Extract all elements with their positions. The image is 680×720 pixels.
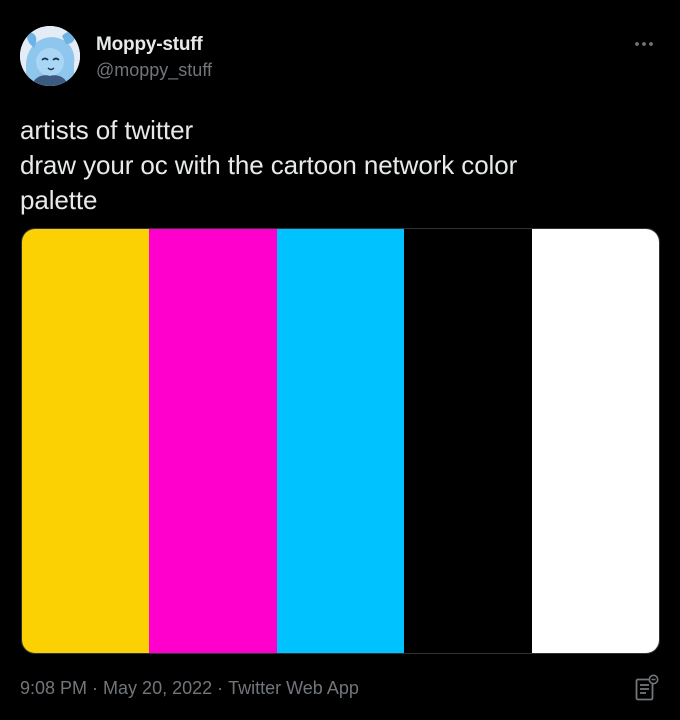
meta-separator: · [217,678,224,698]
more-options-button[interactable] [630,34,658,54]
view-analytics-button[interactable] [634,673,660,703]
more-horizontal-icon [635,42,653,46]
swatch-white [531,229,659,653]
tweet-date[interactable]: May 20, 2022 [103,678,212,698]
avatar-image [20,26,80,86]
swatch-yellow [22,229,150,653]
author-block: Moppy-stuff @moppy_stuff [96,34,212,81]
swatch-magenta [149,229,277,653]
tweet-media-image[interactable] [21,228,660,654]
tweet-text: artists of twitter draw your oc with the… [20,113,660,218]
tweet-text-line: draw your oc with the cartoon network co… [20,150,518,180]
tweet-time[interactable]: 9:08 PM [20,678,87,698]
author-handle[interactable]: @moppy_stuff [96,59,212,81]
tweet-card: Moppy-stuff @moppy_stuff artists of twit… [0,0,680,720]
tweet-text-line: palette [20,185,98,215]
tweet-text-line: artists of twitter [20,115,194,145]
author-display-name[interactable]: Moppy-stuff [96,34,212,56]
view-analytics-icon [635,674,659,701]
tweet-metadata: 9:08 PM · May 20, 2022 · Twitter Web App [20,676,359,700]
swatch-cyan [276,229,405,653]
tweet-source[interactable]: Twitter Web App [228,678,359,698]
avatar[interactable] [20,26,80,86]
swatch-black [404,229,532,653]
meta-separator: · [92,678,99,698]
